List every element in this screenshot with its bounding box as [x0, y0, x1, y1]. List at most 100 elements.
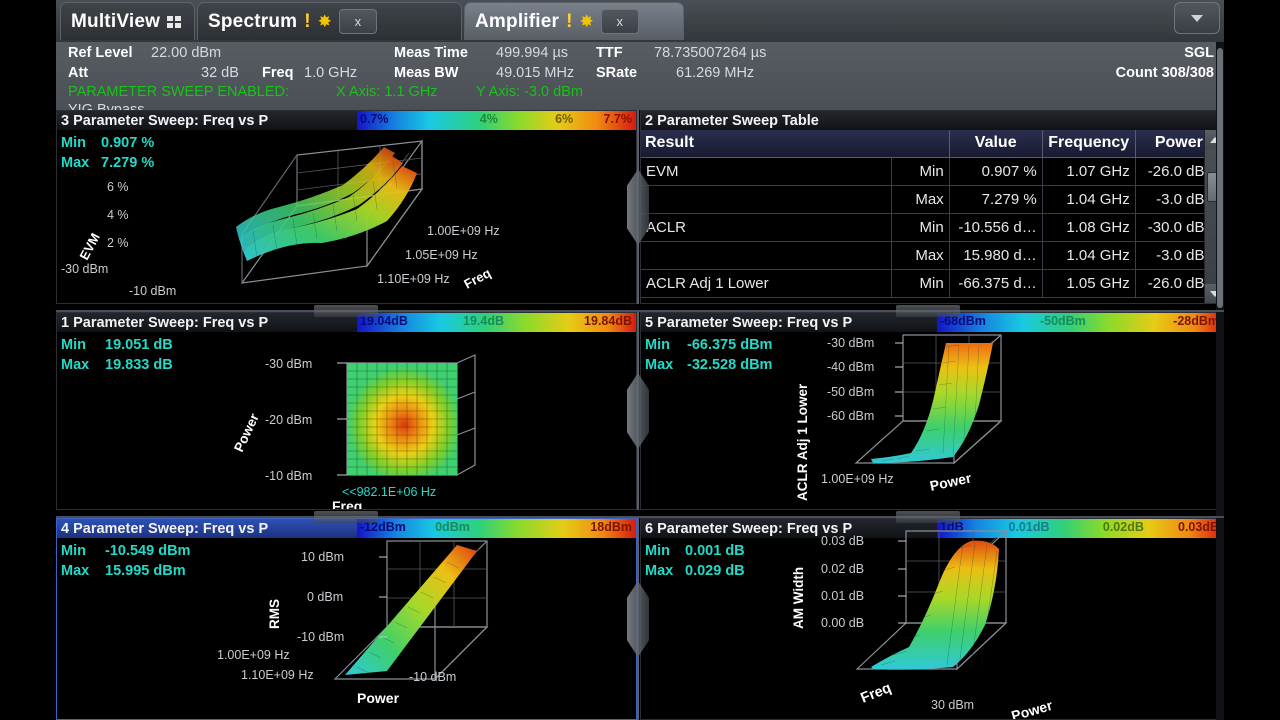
- window-5-parameter-sweep[interactable]: 5 Parameter Sweep: Freq vs P -68dBm -50d…: [640, 312, 1224, 510]
- window-1-plot[interactable]: -30 dBm -20 dBm -10 dBm Power <<982.1E+0…: [57, 313, 636, 509]
- meas-bw-value[interactable]: 49.015 MHz: [496, 65, 574, 81]
- page-scrollbar-thumb[interactable]: [1217, 48, 1223, 308]
- splitter-vertical-bottom[interactable]: [626, 518, 650, 720]
- cell-minmax: Min: [891, 157, 950, 186]
- window-3-parameter-sweep[interactable]: 3 Parameter Sweep: Freq vs P 0.7% 4% 6% …: [56, 110, 637, 304]
- tab-amplifier-close-button[interactable]: x: [600, 9, 639, 34]
- letterbox-right: [1224, 0, 1280, 720]
- splitter-vertical-top[interactable]: [626, 110, 650, 304]
- table-row[interactable]: EVM Min 0.907 % 1.07 GHz -26.0 dBm: [641, 157, 1223, 186]
- splitter-handle-icon[interactable]: [627, 373, 649, 449]
- cell-minmax: Min: [891, 212, 950, 242]
- splitter-handle-icon[interactable]: [314, 511, 378, 523]
- page-vertical-scrollbar[interactable]: [1216, 42, 1224, 720]
- window-4-parameter-sweep[interactable]: 4 Parameter Sweep: Freq vs P -12dBm 0dBm…: [56, 518, 637, 720]
- window-3-z-axis-name: EVM: [76, 230, 102, 262]
- window-3-z-tick-2: 6 %: [107, 180, 129, 194]
- window-5-surface-svg: -30 dBm -40 dBm -50 dBm -60 dBm ACLR Adj…: [795, 334, 1003, 501]
- window-4-plot[interactable]: 10 dBm 0 dBm -10 dBm RMS 1.00E+09 Hz 1.1…: [57, 519, 636, 719]
- application-window: MultiView Spectrum ! ✸ x Amplifier ! ✸ x…: [0, 0, 1280, 720]
- star-icon: ✸: [579, 12, 594, 31]
- parameter-sweep-banner: PARAMETER SWEEP ENABLED:: [68, 84, 290, 100]
- cell-result: ACLR Adj 1 Lower: [641, 268, 892, 298]
- grid-icon: [167, 15, 182, 28]
- freq-value[interactable]: 1.0 GHz: [304, 65, 357, 81]
- window-3-z-tick-1: 4 %: [107, 208, 129, 222]
- sweep-count: Count 308/308: [1115, 65, 1214, 81]
- cell-result: [641, 185, 892, 214]
- window-4-y-tick-0: 1.00E+09 Hz: [217, 648, 290, 662]
- cell-result: ACLR: [641, 212, 892, 242]
- ttf-value[interactable]: 78.735007264 µs: [654, 45, 766, 61]
- window-2-table-container[interactable]: Result Value Frequency Power EVM Min 0.907…: [641, 130, 1223, 303]
- splitter-handle-icon[interactable]: [896, 511, 960, 523]
- srate-value[interactable]: 61.269 MHz: [676, 65, 754, 81]
- window-6-parameter-sweep[interactable]: 6 Parameter Sweep: Freq vs P 1dB 0.01dB …: [640, 518, 1224, 720]
- window-2-parameter-sweep-table[interactable]: 2 Parameter Sweep Table Result Value Fre…: [640, 110, 1224, 304]
- col-header-result[interactable]: Result: [641, 130, 950, 158]
- window-5-z-tick-1: -40 dBm: [827, 360, 874, 374]
- att-value[interactable]: 32 dB: [201, 65, 239, 81]
- chevron-down-icon: [1191, 14, 1203, 22]
- splitter-handle-icon[interactable]: [314, 305, 378, 317]
- table-row[interactable]: ACLR Adj 1 Lower Min -66.375 d… 1.05 GHz -26…: [641, 268, 1223, 298]
- splitter-vertical-middle[interactable]: [626, 312, 650, 510]
- splitter-handle-icon[interactable]: [896, 305, 960, 317]
- cell-value: 7.279 %: [949, 185, 1043, 214]
- warning-icon: !: [304, 11, 311, 32]
- window-1-y-axis-name: Power: [231, 411, 262, 455]
- meas-time-label: Meas Time: [394, 45, 468, 61]
- window-6-z-axis-name: AM Width: [791, 567, 806, 629]
- cell-value: -66.375 d…: [949, 268, 1043, 298]
- window-4-x-axis-name: Power: [357, 690, 400, 706]
- cell-frequency: 1.04 GHz: [1042, 185, 1136, 214]
- srate-label: SRate: [596, 65, 638, 81]
- ttf-label: TTF: [596, 45, 623, 61]
- cell-minmax: Max: [891, 241, 950, 270]
- window-4-z-axis-name: RMS: [267, 599, 282, 629]
- sweep-y-axis: Y Axis: -3.0 dBm: [476, 84, 583, 100]
- table-row[interactable]: ACLR Min -10.556 d… 1.08 GHz -30.0 dBm: [641, 212, 1223, 242]
- meas-time-value[interactable]: 499.994 µs: [496, 45, 568, 61]
- splitter-handle-icon[interactable]: [627, 169, 649, 245]
- splitter-handle-icon[interactable]: [627, 581, 649, 657]
- cell-value: -10.556 d…: [949, 212, 1043, 242]
- table-row[interactable]: Max 7.279 % 1.04 GHz -3.0 dBm: [641, 185, 1223, 214]
- window-3-y-tick-0: 1.00E+09 Hz: [427, 224, 500, 238]
- tab-spectrum-close-button[interactable]: x: [338, 9, 377, 34]
- cell-value: 15.980 d…: [949, 241, 1043, 270]
- tab-overflow-dropdown[interactable]: [1174, 2, 1220, 34]
- window-4-z-tick-0: -10 dBm: [297, 630, 344, 644]
- tab-amplifier-label: Amplifier: [475, 10, 560, 32]
- col-header-frequency[interactable]: Frequency: [1042, 130, 1136, 158]
- sweep-x-axis: X Axis: 1.1 GHz: [336, 84, 438, 100]
- window-4-z-tick-1: 0 dBm: [307, 590, 343, 604]
- tab-spectrum[interactable]: Spectrum ! ✸ x: [197, 2, 462, 40]
- tab-bar: MultiView Spectrum ! ✸ x Amplifier ! ✸ x: [56, 0, 1224, 42]
- window-1-y-tick-2: -10 dBm: [265, 469, 312, 483]
- cell-minmax: Max: [891, 185, 950, 214]
- window-1-y-tick-1: -20 dBm: [265, 413, 312, 427]
- window-6-y-axis-name: Power: [1009, 697, 1054, 720]
- ref-level-value[interactable]: 22.00 dBm: [151, 45, 221, 61]
- window-6-z-tick-0: 0.00 dB: [821, 616, 864, 630]
- window-2-titlebar[interactable]: 2 Parameter Sweep Table: [641, 111, 1223, 130]
- window-6-z-tick-2: 0.02 dB: [821, 562, 864, 576]
- window-1-x-axis-name: Freq: [332, 498, 362, 510]
- window-5-z-axis-name: ACLR Adj 1 Lower: [795, 383, 810, 501]
- cell-value: 0.907 %: [949, 157, 1043, 186]
- window-4-surface-svg: 10 dBm 0 dBm -10 dBm RMS 1.00E+09 Hz 1.1…: [217, 540, 489, 706]
- window-6-plot[interactable]: 0.03 dB 0.02 dB 0.01 dB 0.00 dB AM Width…: [641, 519, 1223, 719]
- window-5-plot[interactable]: -30 dBm -40 dBm -50 dBm -60 dBm ACLR Adj…: [641, 313, 1223, 509]
- window-4-z-tick-2: 10 dBm: [301, 550, 344, 564]
- window-1-y-tick-0: -30 dBm: [265, 357, 312, 371]
- tab-multiview[interactable]: MultiView: [60, 2, 195, 40]
- col-header-value[interactable]: Value: [949, 130, 1043, 158]
- window-3-plot[interactable]: 6 % 4 % 2 % -30 dBm -10 dBm 1.00E+09 Hz …: [57, 111, 636, 303]
- table-row[interactable]: Max 15.980 d… 1.04 GHz -3.0 dBm: [641, 241, 1223, 270]
- window-1-parameter-sweep[interactable]: 1 Parameter Sweep: Freq vs P 19.04dB 19.…: [56, 312, 637, 510]
- table-header-row: Result Value Frequency Power: [641, 130, 1223, 158]
- window-3-surface-svg: 6 % 4 % 2 % -30 dBm -10 dBm 1.00E+09 Hz …: [61, 139, 500, 298]
- cell-frequency: 1.08 GHz: [1042, 212, 1136, 242]
- tab-amplifier[interactable]: Amplifier ! ✸ x: [464, 2, 684, 40]
